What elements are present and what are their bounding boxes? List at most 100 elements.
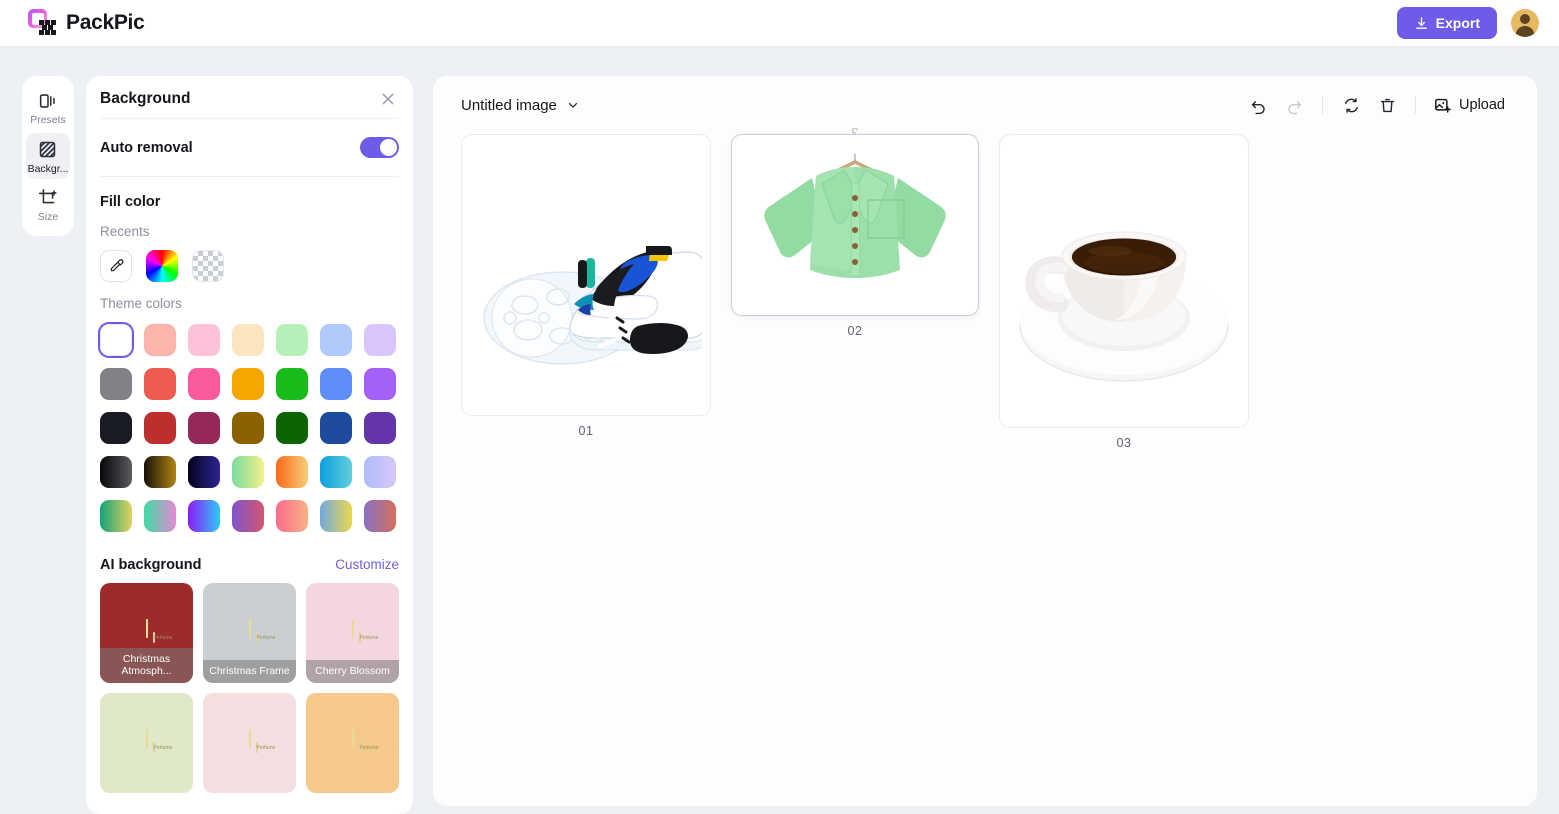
theme-color-swatch[interactable] xyxy=(276,324,308,356)
ai-background-grid: Perfume Christmas Atmosph... Perfume Chr… xyxy=(100,583,399,793)
perfume-bottle-icon: Perfume xyxy=(145,729,172,753)
perfume-bottle-icon: Perfume xyxy=(248,729,275,753)
brand: PackPic xyxy=(28,9,145,37)
close-icon[interactable] xyxy=(377,88,399,110)
upload-button[interactable]: Upload xyxy=(1429,90,1511,120)
image-card-caption: 01 xyxy=(578,424,594,438)
theme-colors-title: Theme colors xyxy=(100,296,182,311)
perfume-bottle-icon: Perfume xyxy=(351,619,378,643)
theme-color-swatch[interactable] xyxy=(232,500,264,532)
presets-icon xyxy=(37,90,59,112)
theme-color-swatch[interactable] xyxy=(144,412,176,444)
delete-button[interactable] xyxy=(1372,90,1402,120)
perfume-bottle-icon: Perfume xyxy=(145,619,172,643)
theme-color-swatch[interactable] xyxy=(144,324,176,356)
sidebar-item-background[interactable]: Backgr... xyxy=(26,132,70,179)
image-card-03[interactable]: 03 xyxy=(999,134,1249,450)
divider xyxy=(100,176,399,177)
theme-color-swatch[interactable] xyxy=(320,412,352,444)
ai-background-card[interactable]: Perfume Cherry Blossom xyxy=(306,583,399,683)
theme-color-swatch[interactable] xyxy=(188,500,220,532)
theme-color-swatch[interactable] xyxy=(276,500,308,532)
image-card-caption: 02 xyxy=(847,324,863,338)
image-add-icon xyxy=(1433,96,1452,115)
image-thumbnail-03[interactable] xyxy=(999,134,1249,428)
theme-color-swatch[interactable] xyxy=(100,412,132,444)
divider xyxy=(1322,96,1324,114)
ai-background-card[interactable]: Perfume xyxy=(306,693,399,793)
customize-link[interactable]: Customize xyxy=(335,557,399,572)
fill-color-title: Fill color xyxy=(100,194,161,210)
theme-color-swatch[interactable] xyxy=(320,456,352,488)
recents-swatches xyxy=(100,250,399,282)
theme-color-swatch[interactable] xyxy=(232,456,264,488)
export-button[interactable]: Export xyxy=(1396,7,1497,39)
theme-color-swatch[interactable] xyxy=(364,412,396,444)
theme-color-swatch[interactable] xyxy=(144,456,176,488)
image-card-01[interactable]: 01 xyxy=(461,134,711,438)
ai-background-card-caption: Cherry Blossom xyxy=(306,660,399,683)
theme-color-swatch[interactable] xyxy=(188,368,220,400)
theme-color-swatch[interactable] xyxy=(232,412,264,444)
ai-background-card[interactable]: Perfume Christmas Frame xyxy=(203,583,296,683)
auto-removal-toggle[interactable] xyxy=(360,137,399,158)
theme-color-swatch[interactable] xyxy=(100,500,132,532)
eyedropper-swatch[interactable] xyxy=(100,250,132,282)
eyedropper-icon xyxy=(108,258,124,274)
theme-color-swatch[interactable] xyxy=(276,412,308,444)
transparent-swatch[interactable] xyxy=(192,250,224,282)
theme-color-swatch[interactable] xyxy=(100,368,132,400)
image-card-list: 01 02 03 xyxy=(433,128,1537,450)
theme-color-swatch[interactable] xyxy=(364,324,396,356)
theme-color-swatch[interactable] xyxy=(232,368,264,400)
theme-color-swatch[interactable] xyxy=(320,368,352,400)
coffee-cup-image xyxy=(1019,231,1229,382)
theme-color-swatch[interactable] xyxy=(144,500,176,532)
image-card-02[interactable]: 02 xyxy=(731,128,979,338)
download-icon xyxy=(1414,16,1429,31)
canvas-toolbar: Untitled image Upload xyxy=(433,76,1537,134)
theme-color-swatch[interactable] xyxy=(100,324,132,356)
ai-background-card-caption: Christmas Atmosph... xyxy=(100,648,193,683)
top-bar: PackPic Export xyxy=(0,0,1559,47)
panel-title: Background xyxy=(100,90,191,107)
document-name-dropdown[interactable]: Untitled image xyxy=(461,97,580,114)
theme-color-swatch[interactable] xyxy=(188,456,220,488)
theme-color-swatch[interactable] xyxy=(276,368,308,400)
divider xyxy=(1415,96,1417,114)
ai-background-title: AI background xyxy=(100,557,202,573)
theme-color-swatch[interactable] xyxy=(188,412,220,444)
app-title: PackPic xyxy=(66,11,145,34)
theme-color-swatch[interactable] xyxy=(144,368,176,400)
ai-background-card[interactable]: Perfume xyxy=(100,693,193,793)
sidebar-item-presets[interactable]: Presets xyxy=(26,84,70,131)
undo-button[interactable] xyxy=(1243,90,1273,120)
theme-color-swatch[interactable] xyxy=(188,324,220,356)
theme-color-swatch[interactable] xyxy=(364,368,396,400)
theme-color-swatch[interactable] xyxy=(320,500,352,532)
theme-color-swatch[interactable] xyxy=(364,456,396,488)
size-crop-icon xyxy=(37,187,59,209)
theme-color-swatch[interactable] xyxy=(232,324,264,356)
image-card-caption: 03 xyxy=(1116,436,1132,450)
image-thumbnail-02[interactable] xyxy=(731,134,979,316)
auto-removal-row: Auto removal xyxy=(100,119,399,176)
ai-background-card[interactable]: Perfume Christmas Atmosph... xyxy=(100,583,193,683)
image-thumbnail-01[interactable] xyxy=(461,134,711,416)
color-wheel-swatch[interactable] xyxy=(146,250,178,282)
sidebar-item-presets-label: Presets xyxy=(30,115,66,126)
avatar[interactable] xyxy=(1511,9,1539,37)
theme-color-swatch[interactable] xyxy=(364,500,396,532)
sync-button[interactable] xyxy=(1336,90,1366,120)
export-button-label: Export xyxy=(1435,15,1480,31)
ai-background-card-caption: Christmas Frame xyxy=(203,660,296,683)
sidebar-item-background-label: Backgr... xyxy=(27,163,69,174)
theme-color-swatch[interactable] xyxy=(100,456,132,488)
theme-color-swatch[interactable] xyxy=(276,456,308,488)
ai-background-card[interactable]: Perfume xyxy=(203,693,296,793)
recents-title: Recents xyxy=(100,224,150,239)
sidebar-item-size[interactable]: Size xyxy=(26,181,70,228)
perfume-bottle-icon: Perfume xyxy=(248,619,275,643)
auto-removal-label: Auto removal xyxy=(100,139,193,156)
theme-color-swatch[interactable] xyxy=(320,324,352,356)
